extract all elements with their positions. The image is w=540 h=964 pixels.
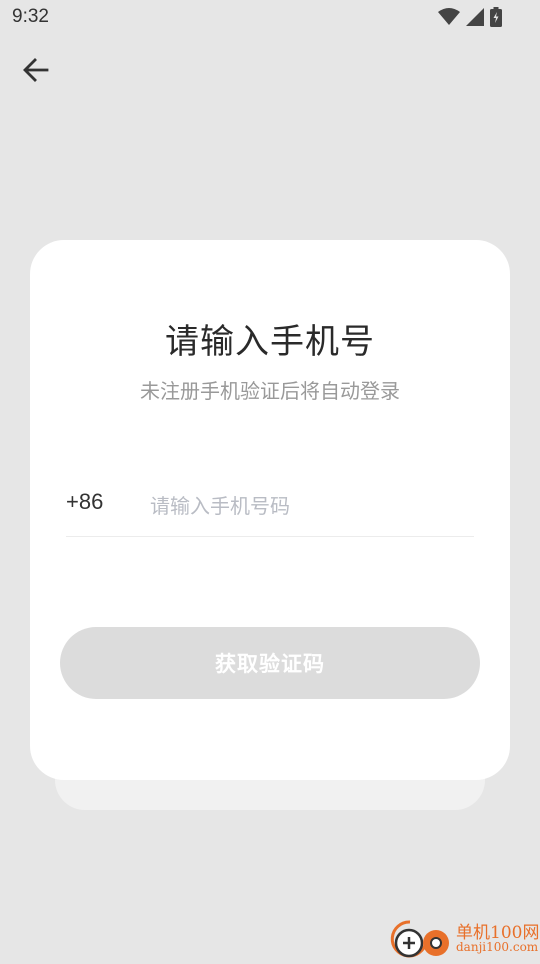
watermark-logo-icon bbox=[390, 918, 456, 960]
status-bar: 9:32 bbox=[0, 0, 540, 36]
wifi-icon bbox=[438, 8, 460, 30]
login-card: 请输入手机号 未注册手机验证后将自动登录 +86 获取验证码 bbox=[30, 240, 510, 780]
back-button[interactable] bbox=[18, 54, 54, 90]
battery-charging-icon bbox=[490, 7, 502, 31]
page-subtitle: 未注册手机验证后将自动登录 bbox=[140, 379, 400, 403]
phone-number-input[interactable] bbox=[150, 486, 470, 526]
country-code[interactable]: +86 bbox=[66, 489, 103, 515]
status-icons bbox=[438, 7, 502, 31]
get-verification-code-button[interactable]: 获取验证码 bbox=[60, 627, 480, 699]
phone-input-row: +86 bbox=[66, 486, 474, 537]
status-time: 9:32 bbox=[12, 6, 49, 27]
cellular-signal-icon bbox=[466, 8, 484, 30]
watermark: 单机100网 danji100.com bbox=[390, 916, 540, 960]
page-title: 请输入手机号 bbox=[165, 322, 375, 362]
watermark-url: danji100.com bbox=[456, 940, 539, 954]
arrow-left-icon bbox=[22, 56, 50, 88]
